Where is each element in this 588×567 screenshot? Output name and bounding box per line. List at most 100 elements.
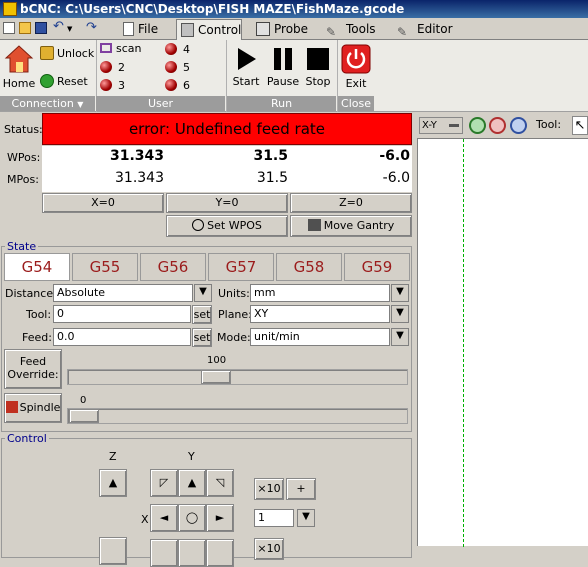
gcode-canvas[interactable] [417, 138, 588, 547]
position-display: 31.343 31.5 -6.0 31.343 31.5 -6.0 [42, 146, 412, 192]
zoom-fit-icon[interactable] [510, 117, 527, 134]
user-button-5[interactable]: 5 [165, 61, 190, 74]
scan-icon [100, 43, 112, 53]
jog-y-up-button[interactable]: ▲ [178, 469, 206, 497]
unlock-button[interactable]: Unlock [40, 46, 94, 60]
mode-select[interactable]: unit/min [250, 328, 390, 346]
zero-x-button[interactable]: X=0 [42, 193, 164, 213]
tab-control[interactable]: Control [176, 19, 242, 40]
home-button[interactable]: Home [2, 44, 36, 92]
spindle-value: 0 [80, 395, 87, 406]
group-label-run: Run [227, 96, 336, 111]
view-select[interactable]: X-Y [419, 117, 463, 134]
slider-thumb[interactable] [201, 370, 231, 384]
control-icon [181, 23, 194, 37]
zero-y-button[interactable]: Y=0 [166, 193, 288, 213]
set-wpos-button[interactable]: Set WPOS [166, 215, 288, 237]
step-times10-button[interactable]: ×10 [254, 478, 284, 500]
canvas-toolbar: X-Y Tool: ↖ [417, 113, 588, 138]
save-icon[interactable] [35, 22, 47, 34]
feed-override-slider[interactable] [67, 369, 408, 385]
distance-dropdown[interactable]: ▼ [194, 284, 212, 302]
new-file-icon[interactable] [3, 22, 15, 34]
pause-button[interactable]: Pause [266, 46, 300, 92]
tab-g57[interactable]: G57 [208, 253, 274, 281]
window-title: bCNC: C:\Users\CNC\Desktop\FISH MAZE\Fis… [20, 2, 405, 16]
step-dropdown[interactable]: ▼ [297, 509, 315, 527]
spindle-button[interactable]: Spindle [4, 393, 62, 423]
slider-thumb[interactable] [69, 409, 99, 423]
tab-g59[interactable]: G59 [344, 253, 410, 281]
mpos-y: 31.5 [256, 170, 288, 186]
tab-file[interactable]: File [119, 19, 174, 40]
tab-g58[interactable]: G58 [276, 253, 342, 281]
select-cursor-icon[interactable]: ↖ [572, 116, 588, 135]
status-label: Status: [4, 123, 43, 136]
jog-xplus-yplus-button[interactable]: ◹ [206, 469, 234, 497]
move-gantry-button[interactable]: Move Gantry [290, 215, 412, 237]
gantry-icon [307, 219, 321, 231]
zoom-in-icon[interactable] [469, 117, 486, 134]
tab-g54[interactable]: G54 [4, 253, 70, 281]
plane-dropdown[interactable]: ▼ [391, 305, 409, 323]
units-dropdown[interactable]: ▼ [391, 284, 409, 302]
reset-icon [40, 74, 54, 88]
user-button-3[interactable]: 3 [100, 79, 125, 92]
y-axis-line [463, 139, 464, 547]
dropdown-arrow-icon: ▼ [77, 100, 84, 109]
tab-probe[interactable]: Probe [252, 19, 312, 40]
feed-input[interactable]: 0.0 [53, 328, 191, 346]
exit-button[interactable]: Exit [340, 44, 372, 92]
tab-editor[interactable]: ✎ Editor [393, 19, 453, 40]
jog-z-up-button[interactable]: ▲ [99, 469, 127, 497]
group-label-connection[interactable]: Connection ▼ [0, 96, 95, 111]
undo-icon[interactable]: ↶ [53, 19, 64, 34]
user-button-6[interactable]: 6 [165, 79, 190, 92]
y-axis-label: Y [188, 450, 195, 463]
zero-z-button[interactable]: Z=0 [290, 193, 412, 213]
tool-input[interactable]: 0 [53, 305, 191, 323]
set-feed-button[interactable]: set [192, 328, 212, 347]
start-button[interactable]: Start [230, 46, 262, 92]
user-button-4[interactable]: 4 [165, 43, 190, 56]
user-scan-button[interactable]: scan [100, 42, 142, 55]
user-button-2[interactable]: 2 [100, 61, 125, 74]
tab-g56[interactable]: G56 [140, 253, 206, 281]
undo-dropdown-icon[interactable]: ▼ [67, 25, 72, 33]
app-icon [3, 2, 17, 16]
reset-button[interactable]: Reset [40, 74, 88, 88]
distance-select[interactable]: Absolute [53, 284, 193, 302]
tab-tools[interactable]: ✎ Tools [322, 19, 382, 40]
jog-x-left-button[interactable]: ◄ [150, 504, 178, 532]
jog-z-down-button[interactable] [99, 537, 127, 565]
mode-dropdown[interactable]: ▼ [391, 328, 409, 346]
jog-xplus-yminus-button[interactable] [206, 539, 234, 567]
feed-label: Feed: [22, 331, 52, 344]
window-title-bar: bCNC: C:\Users\CNC\Desktop\FISH MAZE\Fis… [0, 0, 588, 18]
group-label-user: User [96, 96, 225, 111]
tab-g55[interactable]: G55 [72, 253, 138, 281]
plane-select[interactable]: XY [250, 305, 390, 323]
stop-button[interactable]: Stop [303, 46, 333, 92]
mpos-label: MPos: [7, 173, 39, 186]
redo-icon[interactable]: ↷ [86, 20, 97, 35]
jog-xminus-yplus-button[interactable]: ◸ [150, 469, 178, 497]
editor-icon: ✎ [397, 25, 408, 39]
step-plus-button[interactable]: + [286, 478, 316, 500]
step-times10-lower-button[interactable]: ×10 [254, 538, 284, 560]
jog-xminus-yminus-button[interactable] [150, 539, 178, 567]
set-tool-button[interactable]: set [192, 305, 212, 324]
arrow-up-right-icon: ◹ [215, 476, 225, 489]
wpos-y: 31.5 [253, 148, 288, 164]
feed-override-button[interactable]: Feed Override: [4, 349, 62, 389]
status-text: error: Undefined feed rate [42, 113, 412, 145]
jog-x-right-button[interactable]: ► [206, 504, 234, 532]
jog-center-button[interactable]: ◯ [178, 504, 206, 532]
chevron-down-icon: ▼ [396, 330, 404, 341]
spindle-slider[interactable] [67, 408, 408, 424]
jog-y-down-button[interactable] [178, 539, 206, 567]
zoom-out-icon[interactable] [489, 117, 506, 134]
open-folder-icon[interactable] [19, 22, 31, 34]
units-select[interactable]: mm [250, 284, 390, 302]
step-input[interactable]: 1 [254, 509, 294, 527]
